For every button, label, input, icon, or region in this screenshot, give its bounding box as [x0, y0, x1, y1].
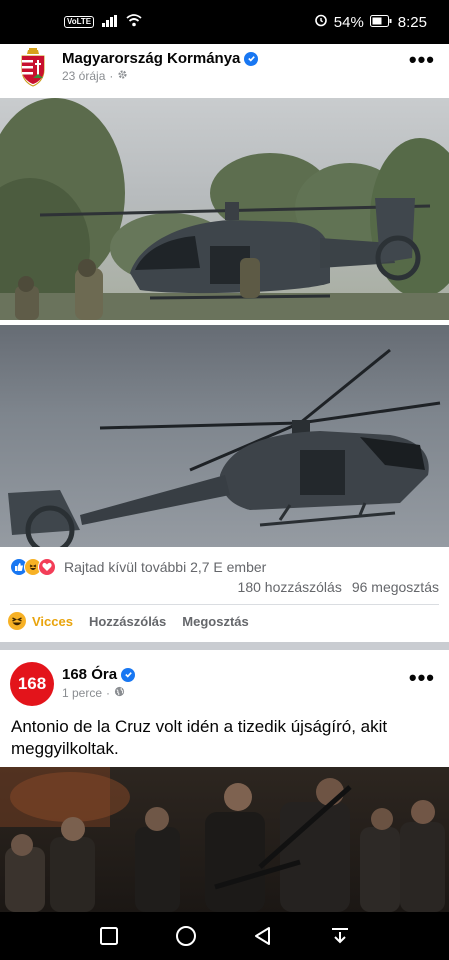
- page-name-text[interactable]: Magyarország Kormánya: [62, 50, 240, 67]
- clock-time: 8:25: [397, 13, 427, 31]
- alarm-icon: [314, 13, 328, 31]
- divider: [10, 604, 439, 605]
- post-photo-helicopter-landing[interactable]: [0, 98, 449, 320]
- meta-separator: ·: [109, 69, 114, 83]
- post2-header: 168 168 Óra 1 perce · •••: [0, 650, 449, 710]
- share-button[interactable]: Megosztás: [182, 614, 248, 629]
- post-time[interactable]: 23 órája: [62, 69, 105, 83]
- share-label[interactable]: Megosztás: [182, 614, 248, 629]
- government-coat-of-arms-avatar[interactable]: [18, 48, 48, 88]
- back-triangle-icon[interactable]: [250, 923, 276, 949]
- post-meta: 23 órája ·: [62, 69, 128, 83]
- recent-apps-square-icon[interactable]: [96, 923, 122, 949]
- engagement-counts: 180 hozzászólás 96 megosztás: [238, 579, 439, 595]
- react-button[interactable]: Vicces: [8, 612, 73, 630]
- pull-down-notifications-icon[interactable]: [327, 923, 353, 949]
- verified-badge-icon: [244, 51, 259, 66]
- globe-icon: [114, 686, 125, 700]
- post-photo-helicopter-flight[interactable]: [0, 325, 449, 547]
- wifi-icon: [126, 14, 142, 30]
- love-reaction-icon: [38, 558, 56, 576]
- post2-text: Antonio de la Cruz volt idén a tizedik ú…: [11, 717, 388, 758]
- comment-label[interactable]: Hozzászólás: [89, 614, 166, 629]
- post-separator: [0, 642, 449, 650]
- post-actions: Vicces Hozzászólás Megosztás: [8, 612, 249, 630]
- shares-count[interactable]: 96 megosztás: [352, 579, 439, 595]
- 168-ora-avatar[interactable]: 168: [10, 662, 54, 706]
- reactions-text[interactable]: Rajtad kívül további 2,7 E ember: [64, 559, 266, 575]
- haha-icon: [8, 612, 26, 630]
- signal-icon: [102, 14, 118, 30]
- status-right: 54% 8:25: [314, 13, 427, 31]
- page2-name[interactable]: 168 Óra: [62, 666, 136, 683]
- post2-time[interactable]: 1 perce: [62, 686, 102, 700]
- system-navigation-bar: [0, 912, 449, 960]
- reaction-icons: [10, 558, 56, 576]
- battery-percent: 54%: [333, 13, 364, 31]
- verified-badge-icon: [121, 667, 136, 682]
- page2-name-text[interactable]: 168 Óra: [62, 666, 117, 683]
- battery-icon: [369, 14, 392, 31]
- post1-header: Magyarország Kormánya 23 órája · •••: [0, 44, 449, 98]
- reactions-summary[interactable]: Rajtad kívül további 2,7 E ember: [10, 558, 266, 576]
- react-label[interactable]: Vicces: [32, 614, 73, 629]
- more-options-icon[interactable]: •••: [409, 49, 435, 71]
- status-left: VoLTE: [64, 14, 142, 30]
- meta-separator: ·: [106, 686, 111, 700]
- volte-badge: VoLTE: [64, 16, 95, 28]
- status-bar: VoLTE 54% 8:25: [0, 0, 449, 44]
- post2-meta: 1 perce ·: [62, 686, 125, 700]
- more-options-icon[interactable]: •••: [409, 667, 435, 689]
- comments-count[interactable]: 180 hozzászólás: [238, 579, 342, 595]
- home-circle-icon[interactable]: [173, 923, 199, 949]
- post2-photo-armed-police[interactable]: [0, 767, 449, 912]
- page-name[interactable]: Magyarország Kormánya: [62, 50, 259, 67]
- gear-audience-icon: [117, 69, 128, 83]
- comment-button[interactable]: Hozzászólás: [89, 614, 166, 629]
